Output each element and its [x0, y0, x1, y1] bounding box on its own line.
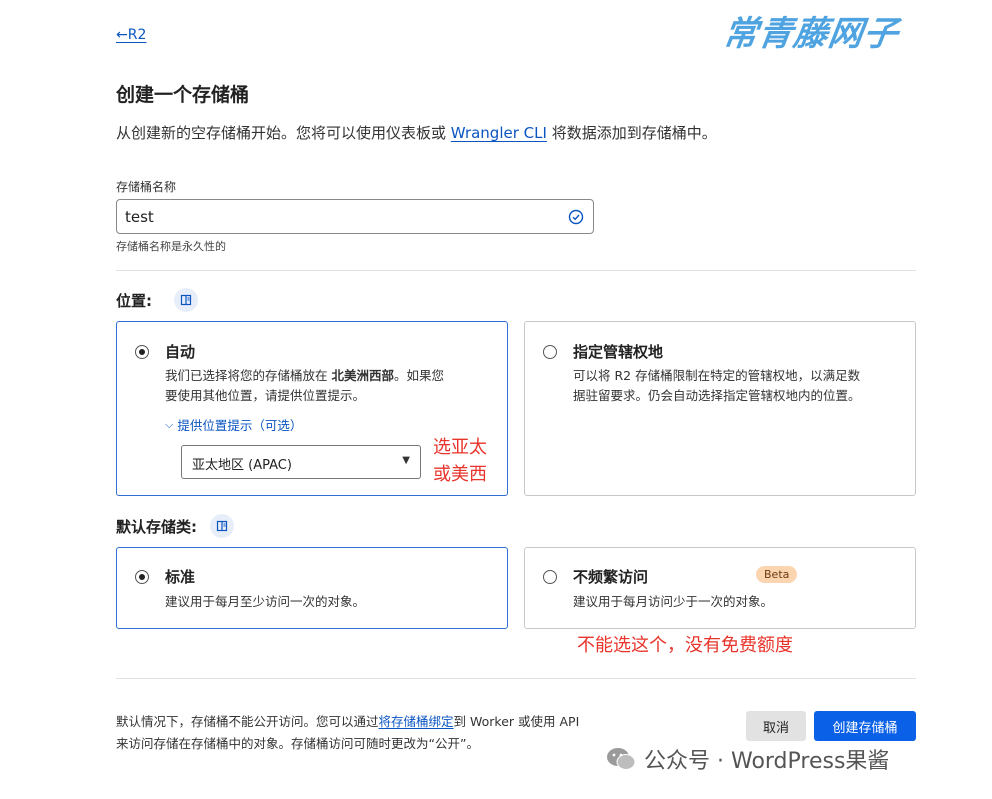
location-option-jurisdiction[interactable]: 指定管辖权地 可以将 R2 存储桶限制在特定的管辖权地，以满足数 据驻留要求。仍…: [524, 321, 916, 496]
location-jurisdiction-radio[interactable]: [543, 345, 557, 359]
bucket-name-input[interactable]: test: [116, 199, 594, 234]
bucket-name-hint: 存储桶名称是永久性的: [116, 240, 226, 253]
bucket-name-label: 存储桶名称: [116, 180, 177, 194]
watermark-wechat: 公众号 · WordPress果酱: [606, 743, 889, 775]
docs-book-icon: [180, 294, 192, 306]
location-hint-toggle[interactable]: ⌵ 提供位置提示（可选）: [165, 415, 302, 434]
wrangler-cli-link[interactable]: Wrangler CLI: [451, 124, 547, 142]
location-auto-description: 我们已选择将您的存储桶放在 北美洲西部。如果您 要使用其他位置，请提供位置提示。: [165, 368, 445, 403]
footer-info-text: 默认情况下，存储桶不能公开访问。您可以通过将存储桶绑定到 Worker 或使用 …: [116, 714, 580, 751]
storage-standard-description: 建议用于每月至少访问一次的对象。: [165, 594, 366, 609]
storage-class-docs-button[interactable]: [210, 514, 234, 538]
storage-option-infrequent[interactable]: 不频繁访问 Beta 建议用于每月访问少于一次的对象。: [524, 547, 916, 629]
storage-standard-title: 标准: [165, 568, 196, 586]
location-auto-radio[interactable]: [135, 345, 149, 359]
storage-infrequent-description: 建议用于每月访问少于一次的对象。: [573, 594, 774, 609]
beta-badge: Beta: [756, 566, 798, 583]
bucket-name-value: test: [125, 208, 154, 226]
wechat-icon: [607, 748, 636, 770]
storage-annotation: 不能选这个，没有免费额度: [577, 635, 793, 656]
caret-down-icon: ▼: [402, 455, 410, 466]
location-jurisdiction-title: 指定管辖权地: [573, 343, 664, 361]
storage-standard-radio[interactable]: [135, 570, 149, 584]
bind-bucket-link[interactable]: 将存储桶绑定: [379, 714, 454, 729]
location-hint-select[interactable]: 亚太地区 (APAC) ▼: [181, 445, 421, 479]
page-subtitle: 从创建新的空存储桶开始。您将可以使用仪表板或 Wrangler CLI 将数据添…: [116, 124, 717, 142]
location-hint-toggle-label: 提供位置提示（可选）: [177, 418, 303, 433]
storage-infrequent-radio[interactable]: [543, 570, 557, 584]
location-annotation: 选亚太 或美西: [433, 437, 487, 485]
storage-infrequent-title: 不频繁访问: [573, 568, 649, 586]
location-label: 位置:: [116, 292, 152, 310]
location-auto-title: 自动: [165, 343, 196, 361]
watermark-bottom-text: 公众号 · WordPress果酱: [644, 749, 890, 774]
storage-class-label: 默认存储类:: [116, 518, 197, 536]
storage-option-standard[interactable]: 标准 建议用于每月至少访问一次的对象。: [116, 547, 508, 629]
divider: [116, 678, 916, 679]
location-jurisdiction-description: 可以将 R2 存储桶限制在特定的管辖权地，以满足数 据驻留要求。仍会自动选择指定…: [573, 368, 861, 403]
location-hint-select-value: 亚太地区 (APAC): [192, 458, 292, 473]
chevron-down-icon: ⌵: [165, 417, 174, 431]
page-title: 创建一个存储桶: [116, 84, 250, 106]
watermark-logo-text: 常青藤网子: [720, 14, 902, 54]
create-bucket-button[interactable]: 创建存储桶: [814, 711, 916, 741]
divider: [116, 270, 916, 271]
cancel-button[interactable]: 取消: [746, 711, 806, 741]
back-link-r2[interactable]: ←R2: [116, 27, 146, 43]
docs-book-icon: [216, 520, 228, 532]
location-docs-button[interactable]: [174, 288, 198, 312]
check-circle-icon: [568, 209, 584, 225]
